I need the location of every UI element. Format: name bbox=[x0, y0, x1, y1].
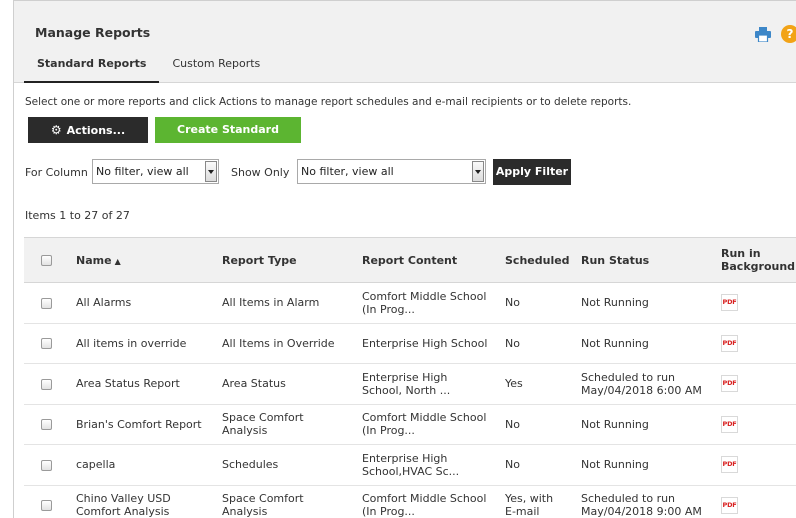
run-status-cell: Scheduled to run May/04/2018 9:00 AM bbox=[581, 492, 702, 518]
show-only-label: Show Only bbox=[231, 166, 290, 179]
report-type-cell: Schedules bbox=[222, 458, 279, 472]
report-content-cell: Enterprise High School,HVAC Sc... bbox=[362, 451, 460, 478]
table-row[interactable]: Brian's Comfort Report Space Comfort Anal… bbox=[24, 404, 796, 445]
column-header-name[interactable]: Name ▲ bbox=[68, 238, 214, 283]
table-row[interactable]: Chino Valley USD Comfort Analysis Space C… bbox=[24, 485, 796, 518]
report-name-cell: Area Status Report bbox=[76, 377, 180, 391]
scheduled-cell: No bbox=[505, 417, 520, 431]
table-row[interactable]: All Alarms All Items in Alarm Comfort Midd… bbox=[24, 283, 796, 323]
table-row[interactable]: All items in override All Items in Overri… bbox=[24, 323, 796, 364]
page-title: Manage Reports bbox=[35, 25, 151, 40]
run-status-cell: Not Running bbox=[581, 336, 649, 350]
column-header-run-status[interactable]: Run Status bbox=[573, 238, 713, 283]
run-status-cell: Scheduled to run May/04/2018 6:00 AM bbox=[581, 370, 702, 397]
row-checkbox[interactable] bbox=[40, 459, 52, 471]
column-header-run-in-background[interactable]: Run in Background bbox=[713, 238, 796, 283]
for-column-value: No filter, view all bbox=[96, 165, 189, 178]
report-content-cell: Comfort Middle School (In Prog... bbox=[362, 411, 487, 438]
pdf-icon[interactable]: PDF bbox=[721, 294, 738, 312]
run-status-cell: Not Running bbox=[581, 296, 649, 310]
row-checkbox[interactable] bbox=[40, 500, 52, 512]
pdf-icon[interactable]: PDF bbox=[721, 496, 738, 514]
for-column-label: For Column bbox=[25, 166, 88, 179]
tab-standard-reports[interactable]: Standard Reports bbox=[24, 54, 160, 83]
show-only-select[interactable]: No filter, view all bbox=[297, 159, 486, 184]
run-status-cell: Not Running bbox=[581, 417, 649, 431]
report-type-cell: Space Comfort Analysis bbox=[222, 411, 304, 438]
pdf-icon[interactable]: PDF bbox=[721, 375, 738, 393]
actions-label: Actions... bbox=[66, 124, 126, 137]
sort-ascending-icon: ▲ bbox=[114, 256, 121, 266]
report-type-cell: All Items in Override bbox=[222, 336, 335, 350]
instructions-text: Select one or more reports and click Act… bbox=[25, 96, 632, 108]
report-name-cell: All Alarms bbox=[76, 296, 132, 310]
report-content-cell: Comfort Middle School (In Prog... bbox=[362, 492, 487, 518]
scheduled-cell: Yes, with E-mail bbox=[505, 492, 554, 518]
create-standard-report-button[interactable]: Create Standard Report bbox=[155, 117, 301, 162]
run-status-cell: Not Running bbox=[581, 458, 649, 472]
row-checkbox[interactable] bbox=[40, 419, 52, 431]
items-count: Items 1 to 27 of 27 bbox=[25, 209, 130, 222]
page-header: Manage Reports ? Standard Reports Custom… bbox=[14, 1, 796, 83]
scheduled-cell: No bbox=[505, 458, 520, 472]
report-content-cell: Enterprise High School, North ... bbox=[362, 370, 451, 397]
table-header-row: Name ▲ Report Type Report Content Schedul… bbox=[24, 237, 796, 283]
for-column-select[interactable]: No filter, view all bbox=[92, 159, 219, 184]
column-header-report-type[interactable]: Report Type bbox=[214, 238, 354, 283]
row-checkbox[interactable] bbox=[40, 378, 52, 390]
help-icon[interactable]: ? bbox=[781, 25, 796, 43]
column-header-report-content[interactable]: Report Content bbox=[354, 238, 497, 283]
report-name-cell: capella bbox=[76, 458, 116, 472]
column-header-scheduled[interactable]: Scheduled bbox=[497, 238, 573, 283]
pdf-icon[interactable]: PDF bbox=[721, 334, 738, 352]
report-type-cell: Area Status bbox=[222, 377, 286, 391]
print-icon[interactable] bbox=[755, 27, 771, 42]
scheduled-cell: No bbox=[505, 336, 520, 350]
row-checkbox[interactable] bbox=[40, 338, 52, 350]
chevron-down-icon bbox=[205, 161, 217, 182]
select-all-checkbox[interactable] bbox=[40, 255, 52, 266]
report-type-cell: Space Comfort Analysis bbox=[222, 492, 304, 518]
scheduled-cell: Yes bbox=[505, 377, 523, 391]
manage-reports-panel: Manage Reports ? Standard Reports Custom… bbox=[13, 0, 796, 518]
report-content-cell: Comfort Middle School (In Prog... bbox=[362, 289, 487, 316]
report-content-cell: Enterprise High School bbox=[362, 336, 488, 350]
report-type-cell: All Items in Alarm bbox=[222, 296, 320, 310]
gear-icon: ⚙ bbox=[50, 123, 62, 137]
chevron-down-icon bbox=[472, 161, 484, 182]
table-row[interactable]: capella Schedules Enterprise High School,H… bbox=[24, 445, 796, 485]
report-name-cell: Brian's Comfort Report bbox=[76, 417, 202, 431]
report-name-cell: Chino Valley USD Comfort Analysis bbox=[76, 492, 171, 518]
report-name-cell: All items in override bbox=[76, 336, 187, 350]
scheduled-cell: No bbox=[505, 296, 520, 310]
actions-button[interactable]: ⚙ Actions... bbox=[28, 117, 148, 143]
show-only-value: No filter, view all bbox=[301, 165, 394, 178]
table-row[interactable]: Area Status Report Area Status Enterprise … bbox=[24, 364, 796, 404]
report-tabs: Standard Reports Custom Reports bbox=[24, 54, 273, 83]
tab-custom-reports[interactable]: Custom Reports bbox=[159, 54, 273, 83]
apply-filter-button[interactable]: Apply Filter bbox=[493, 159, 571, 185]
row-checkbox[interactable] bbox=[40, 297, 52, 309]
pdf-icon[interactable]: PDF bbox=[721, 415, 738, 433]
pdf-icon[interactable]: PDF bbox=[721, 456, 738, 474]
reports-table: Name ▲ Report Type Report Content Schedul… bbox=[24, 237, 796, 518]
